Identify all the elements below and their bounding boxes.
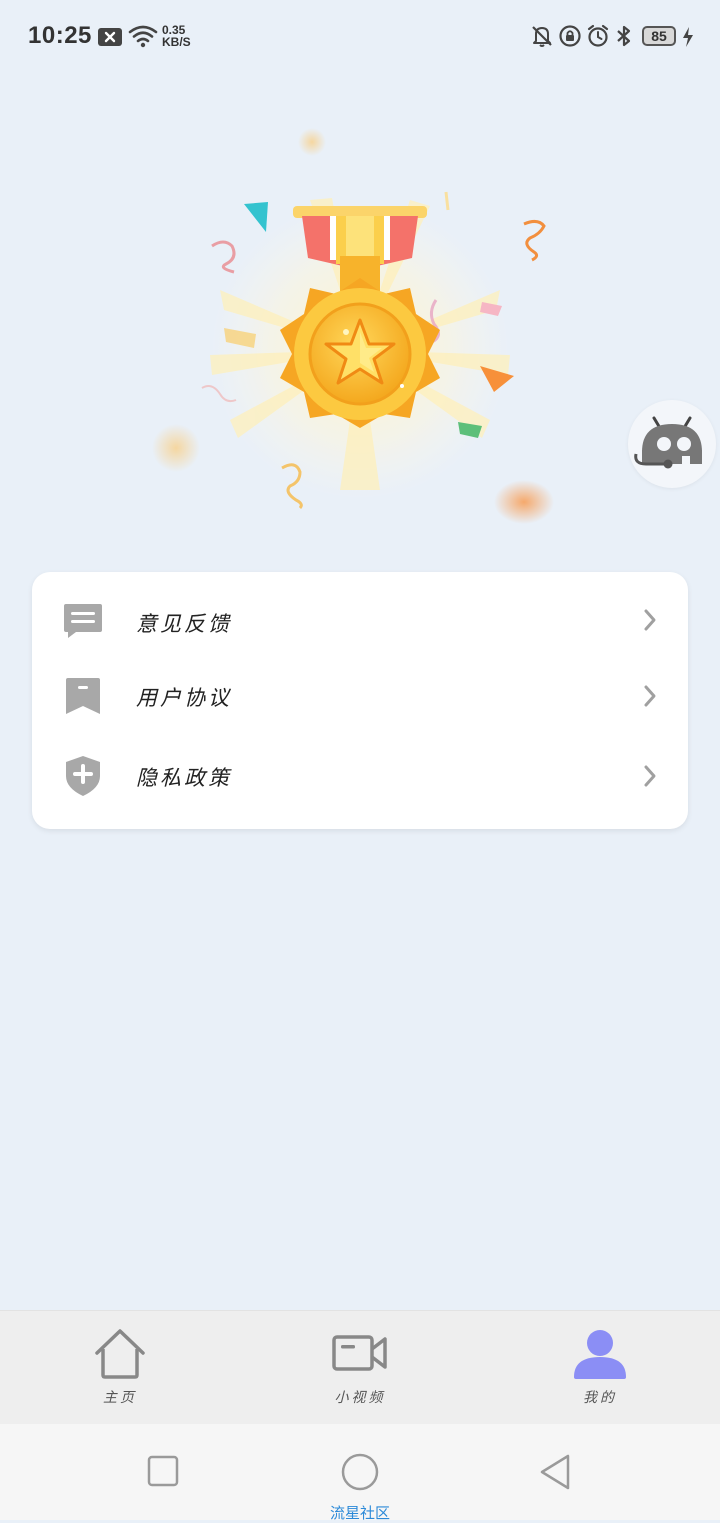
tab-mine-label: 我的	[583, 1390, 617, 1406]
status-time: 10:25	[28, 22, 92, 49]
chevron-right-icon	[644, 685, 656, 707]
menu-item-user-agreement[interactable]: 用户协议	[32, 656, 688, 736]
chevron-right-icon	[644, 765, 656, 787]
bottom-tab-bar: 主页 小视频 我的	[0, 1310, 720, 1425]
network-speed-unit: KB/S	[162, 35, 191, 49]
robot-icon	[634, 416, 702, 469]
bookmark-icon	[66, 678, 100, 714]
recent-apps-button[interactable]	[146, 1454, 180, 1488]
menu-item-label-user-agreement: 用户协议	[136, 686, 232, 710]
chevron-right-icon	[644, 609, 656, 631]
medal-illustration	[152, 128, 554, 524]
tab-home-label: 主页	[103, 1390, 137, 1406]
charging-icon	[683, 27, 693, 47]
tab-short-video[interactable]: 小视频	[280, 1311, 440, 1425]
battery-level: 85	[642, 26, 676, 46]
bluetooth-icon	[617, 25, 631, 47]
menu-item-feedback[interactable]: 意见反馈	[32, 580, 688, 660]
shield-plus-icon	[66, 756, 100, 796]
close-notification-icon	[98, 28, 122, 46]
video-camera-icon	[332, 1335, 387, 1371]
person-icon	[574, 1330, 626, 1379]
tab-home[interactable]: 主页	[40, 1311, 200, 1425]
tab-short-video-label: 小视频	[334, 1390, 386, 1406]
menu-item-label-feedback: 意见反馈	[136, 612, 232, 636]
rotation-lock-icon	[559, 25, 581, 47]
back-nav-button[interactable]	[536, 1452, 576, 1492]
assistant-robot-button[interactable]	[628, 400, 716, 488]
tab-mine[interactable]: 我的	[520, 1311, 680, 1425]
status-bar: 10:25 0.35 KB/S 85	[0, 0, 720, 76]
home-icon	[95, 1329, 145, 1379]
bell-muted-icon	[532, 26, 552, 47]
settings-menu-card: 意见反馈 用户协议 隐私政策	[32, 572, 688, 829]
alarm-icon	[587, 24, 609, 47]
wifi-icon	[128, 25, 158, 48]
menu-item-label-privacy-policy: 隐私政策	[136, 766, 232, 790]
network-speed: 0.35 KB/S	[162, 24, 191, 48]
message-icon	[64, 604, 102, 638]
menu-item-privacy-policy[interactable]: 隐私政策	[32, 736, 688, 816]
home-nav-button[interactable]	[340, 1452, 380, 1492]
